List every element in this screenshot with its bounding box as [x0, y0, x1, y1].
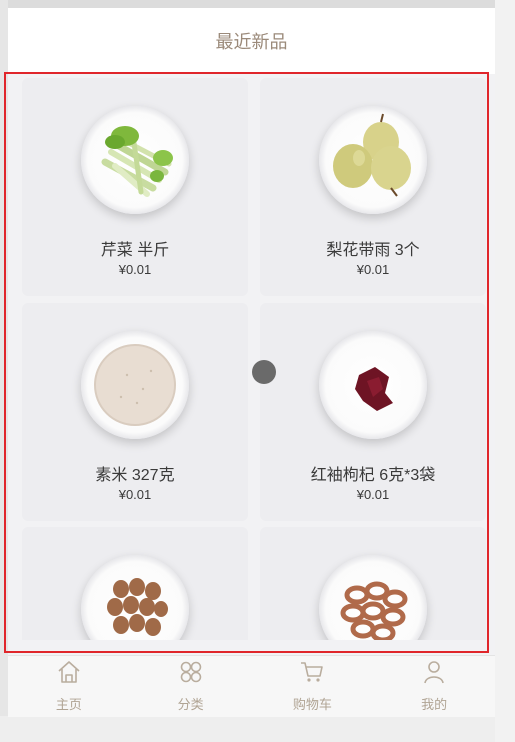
product-name: 芹菜 半斤 [100, 242, 170, 259]
product-card[interactable]: 素米 327克 ¥0.01 [22, 303, 248, 521]
background-edge [495, 0, 515, 742]
phone-screen: 最近新品 芹菜 半斤 ¥0.01 梨花带雨 3个 ¥0.01 素米 327克 ¥… [8, 0, 495, 716]
eggs-image [107, 578, 168, 636]
tab-category[interactable]: 分类 [130, 656, 252, 717]
tab-label: 购物车 [292, 697, 332, 712]
touch-cursor-indicator [252, 360, 276, 384]
product-name: 梨花带雨 3个 [326, 242, 420, 259]
section-title: 最近新品 [8, 8, 495, 74]
product-card[interactable] [260, 527, 486, 640]
product-grid: 芹菜 半斤 ¥0.01 梨花带雨 3个 ¥0.01 素米 327克 ¥0.01 … [18, 74, 490, 640]
product-image-celery [81, 106, 189, 214]
goji-image [355, 367, 393, 411]
onion-rings-image [340, 581, 408, 640]
background-strip [0, 716, 515, 742]
tab-label: 主页 [55, 697, 82, 712]
product-image-eggs [81, 555, 189, 640]
product-card[interactable]: 梨花带雨 3个 ¥0.01 [260, 78, 486, 296]
tab-cart[interactable]: 购物车 [252, 656, 374, 717]
product-price: ¥0.01 [118, 262, 152, 277]
product-price: ¥0.01 [356, 487, 390, 502]
product-price: ¥0.01 [118, 487, 152, 502]
top-bar [8, 0, 495, 8]
product-card[interactable]: 芹菜 半斤 ¥0.01 [22, 78, 248, 296]
product-name: 红袖枸杞 6克*3袋 [310, 467, 436, 484]
user-icon [424, 661, 444, 684]
category-icon [180, 661, 201, 683]
celery-image [101, 126, 173, 197]
product-image-goji [319, 331, 427, 439]
product-image-pears [319, 106, 427, 214]
pears-image [333, 113, 411, 197]
tab-profile[interactable]: 我的 [373, 656, 495, 717]
tab-label: 我的 [421, 697, 448, 712]
product-name: 素米 327克 [95, 467, 175, 484]
tab-label: 分类 [177, 697, 204, 712]
rice-image [94, 344, 176, 426]
product-image-rice [81, 331, 189, 439]
cart-icon [301, 662, 324, 682]
tab-home[interactable]: 主页 [8, 656, 130, 717]
product-card[interactable]: 红袖枸杞 6克*3袋 ¥0.01 [260, 303, 486, 521]
product-price: ¥0.01 [356, 262, 390, 277]
product-image-onion-rings [319, 555, 427, 640]
product-card[interactable] [22, 527, 248, 640]
bottom-tab-bar: 主页 分类 购物车 我的 [8, 655, 495, 717]
home-icon [58, 661, 80, 683]
